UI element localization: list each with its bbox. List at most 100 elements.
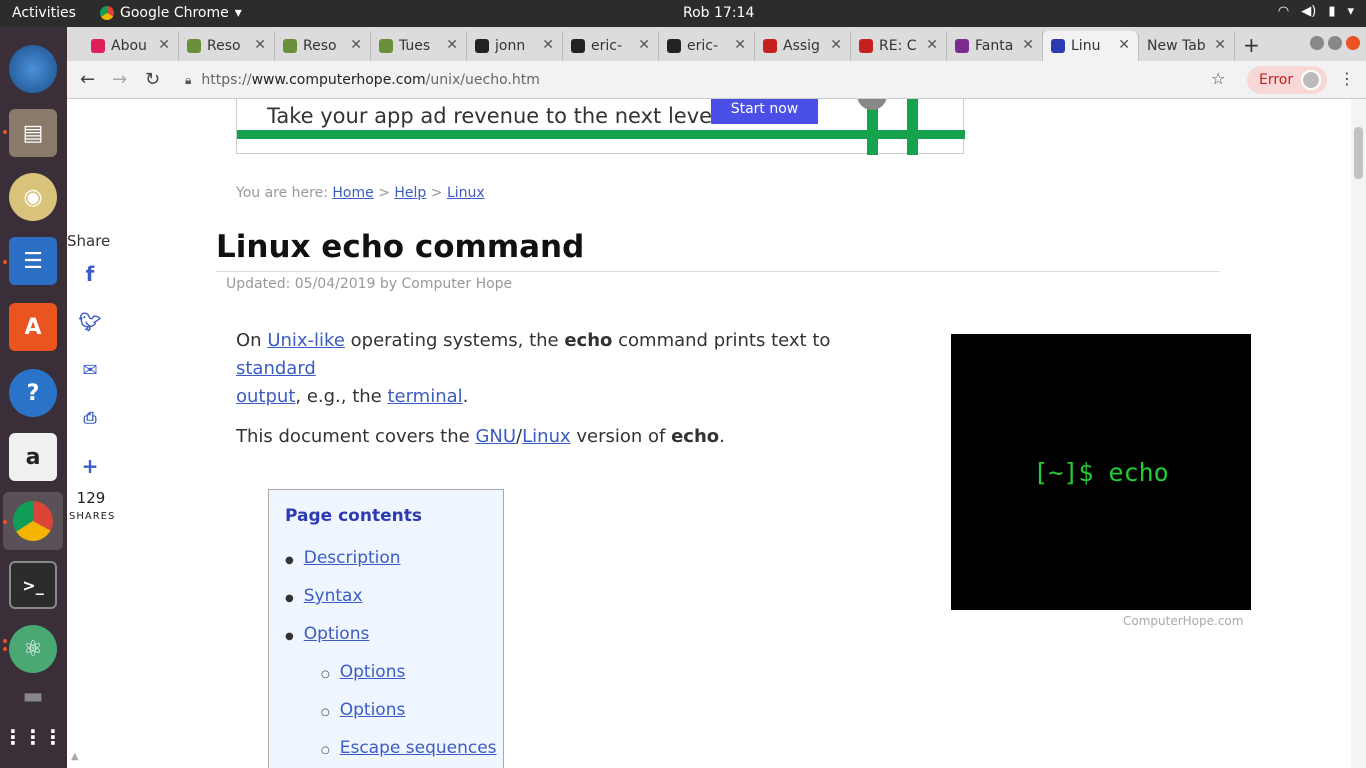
window-controls bbox=[1310, 36, 1360, 50]
system-tray[interactable]: ◠ ◀) ▮ ▾ bbox=[1278, 4, 1354, 19]
breadcrumb-help[interactable]: Help bbox=[394, 185, 426, 201]
toc-item-options[interactable]: ● Options bbox=[285, 624, 369, 644]
ad-banner[interactable]: Take your app ad revenue to the next lev… bbox=[236, 99, 965, 155]
app-menu[interactable]: Google Chrome ▾ bbox=[100, 5, 242, 21]
close-tab-icon[interactable]: ✕ bbox=[830, 37, 842, 53]
link-unix-like[interactable]: Unix-like bbox=[267, 330, 345, 351]
profile-error-button[interactable]: Error bbox=[1247, 66, 1327, 94]
toc-subitem-options[interactable]: ○ Options bbox=[321, 700, 405, 720]
close-tab-icon[interactable]: ✕ bbox=[926, 37, 938, 53]
close-tab-icon[interactable]: ✕ bbox=[254, 37, 266, 53]
facebook-icon[interactable]: f bbox=[79, 262, 101, 286]
close-tab-icon[interactable]: ✕ bbox=[350, 37, 362, 53]
link-terminal[interactable]: terminal bbox=[387, 386, 462, 407]
print-icon[interactable]: ⎙ bbox=[79, 407, 101, 429]
breadcrumb-home[interactable]: Home bbox=[332, 185, 373, 201]
files-icon[interactable]: ▤ bbox=[9, 109, 57, 157]
tab-label: Fanta bbox=[975, 38, 1014, 54]
running-indicator bbox=[3, 130, 7, 134]
toc-item-syntax[interactable]: ● Syntax bbox=[285, 586, 363, 606]
tab-8[interactable]: RE: C ✕ bbox=[851, 31, 947, 61]
tab-favicon-icon bbox=[571, 39, 585, 53]
tab-1[interactable]: Reso ✕ bbox=[179, 31, 275, 61]
page-scrollbar[interactable] bbox=[1351, 99, 1366, 768]
tab-10[interactable]: Linu ✕ bbox=[1043, 31, 1139, 61]
chrome-dock-icon[interactable] bbox=[3, 492, 63, 550]
close-tab-icon[interactable]: ✕ bbox=[638, 37, 650, 53]
toc-subitem-options[interactable]: ○ Options bbox=[321, 662, 405, 682]
address-bar[interactable]: 🔒︎ https://www.computerhope.com/unix/uec… bbox=[185, 66, 1235, 94]
scrollbar-thumb[interactable] bbox=[1354, 127, 1363, 179]
toc-item-description[interactable]: ● Description bbox=[285, 548, 401, 568]
close-window-button[interactable] bbox=[1346, 36, 1360, 50]
close-tab-icon[interactable]: ✕ bbox=[446, 37, 458, 53]
close-tab-icon[interactable]: ✕ bbox=[542, 37, 554, 53]
close-tab-icon[interactable]: ✕ bbox=[1214, 37, 1226, 53]
software-center-icon[interactable]: A bbox=[9, 303, 57, 351]
email-icon[interactable]: ✉ bbox=[79, 359, 101, 381]
link-gnu[interactable]: GNU bbox=[475, 426, 516, 447]
scroll-up-icon[interactable]: ▲ bbox=[71, 751, 79, 762]
link-standard-output[interactable]: standard bbox=[236, 358, 316, 379]
more-share-icon[interactable]: + bbox=[79, 454, 101, 478]
tab-3[interactable]: Tues ✕ bbox=[371, 31, 467, 61]
help-icon[interactable]: ? bbox=[9, 369, 57, 417]
tab-label: Reso bbox=[207, 38, 241, 54]
tab-favicon-icon bbox=[1051, 39, 1065, 53]
tab-favicon-icon bbox=[91, 39, 105, 53]
show-apps-icon[interactable]: ⋮⋮⋮ bbox=[3, 713, 63, 761]
video-icon[interactable]: ▬ bbox=[9, 681, 57, 711]
reload-button[interactable]: ↻ bbox=[145, 69, 160, 90]
minimize-button[interactable] bbox=[1310, 36, 1324, 50]
forward-button[interactable]: → bbox=[112, 69, 127, 90]
toc-subitem-escape-sequences[interactable]: ○ Escape sequences bbox=[321, 738, 497, 758]
share-count: 129 bbox=[76, 489, 106, 507]
tab-11[interactable]: New Tab ✕ bbox=[1139, 31, 1235, 61]
link-linux[interactable]: Linux bbox=[522, 426, 571, 447]
bookmark-star-icon[interactable]: ☆ bbox=[1211, 69, 1225, 88]
tab-label: Linu bbox=[1071, 38, 1101, 54]
clock[interactable]: Rob 17:14 bbox=[683, 5, 754, 21]
tab-4[interactable]: jonn ✕ bbox=[467, 31, 563, 61]
tab-label: New Tab bbox=[1147, 38, 1206, 54]
tab-favicon-icon bbox=[379, 39, 393, 53]
browser-toolbar: ← → ↻ 🔒︎ https://www.computerhope.com/un… bbox=[67, 61, 1366, 99]
twitter-icon[interactable]: 🐦︎ bbox=[79, 311, 102, 333]
tab-strip: Abou ✕ Reso ✕ Reso ✕ Tues ✕ jonn ✕ eric- ✕ eric- ✕ Ass… bbox=[67, 27, 1366, 61]
tab-favicon-icon bbox=[859, 39, 873, 53]
activities-button[interactable]: Activities bbox=[12, 5, 76, 21]
intro-paragraph: On Unix-like operating systems, the echo… bbox=[236, 330, 831, 407]
divider bbox=[216, 271, 1220, 272]
close-tab-icon[interactable]: ✕ bbox=[158, 37, 170, 53]
table-of-contents: Page contents ● Description ● Syntax ● Opti… bbox=[268, 489, 504, 768]
tab-0[interactable]: Abou ✕ bbox=[83, 31, 179, 61]
breadcrumb: You are here: Home > Help > Linux bbox=[236, 185, 485, 201]
chevron-down-icon: ▾ bbox=[234, 5, 242, 21]
close-tab-icon[interactable]: ✕ bbox=[734, 37, 746, 53]
tab-9[interactable]: Fanta ✕ bbox=[947, 31, 1043, 61]
atom-icon[interactable]: ⚛ bbox=[9, 625, 57, 673]
terminal-icon[interactable]: >_ bbox=[9, 561, 57, 609]
tab-5[interactable]: eric- ✕ bbox=[563, 31, 659, 61]
close-tab-icon[interactable]: ✕ bbox=[1022, 37, 1034, 53]
menu-icon[interactable]: ⋮ bbox=[1339, 69, 1355, 88]
ad-cta-button[interactable]: Start now bbox=[711, 99, 818, 124]
tab-6[interactable]: eric- ✕ bbox=[659, 31, 755, 61]
writer-icon[interactable]: ☰ bbox=[9, 237, 57, 285]
rhythmbox-icon[interactable]: ◉ bbox=[9, 173, 57, 221]
url-host: www.computerhope.com bbox=[251, 72, 426, 88]
tab-2[interactable]: Reso ✕ bbox=[275, 31, 371, 61]
maximize-button[interactable] bbox=[1328, 36, 1342, 50]
share-label: Share bbox=[67, 232, 111, 250]
lock-icon: 🔒︎ bbox=[185, 72, 192, 87]
new-tab-button[interactable]: + bbox=[1243, 33, 1260, 57]
breadcrumb-linux[interactable]: Linux bbox=[447, 185, 485, 201]
back-button[interactable]: ← bbox=[80, 69, 95, 90]
thunderbird-icon[interactable] bbox=[9, 45, 57, 93]
close-tab-icon[interactable]: ✕ bbox=[1118, 37, 1130, 53]
tab-7[interactable]: Assig ✕ bbox=[755, 31, 851, 61]
error-label: Error bbox=[1259, 72, 1294, 88]
url-path: /unix/uecho.htm bbox=[425, 72, 540, 88]
link-standard-output[interactable]: output bbox=[236, 386, 295, 407]
amazon-icon[interactable]: a bbox=[9, 433, 57, 481]
